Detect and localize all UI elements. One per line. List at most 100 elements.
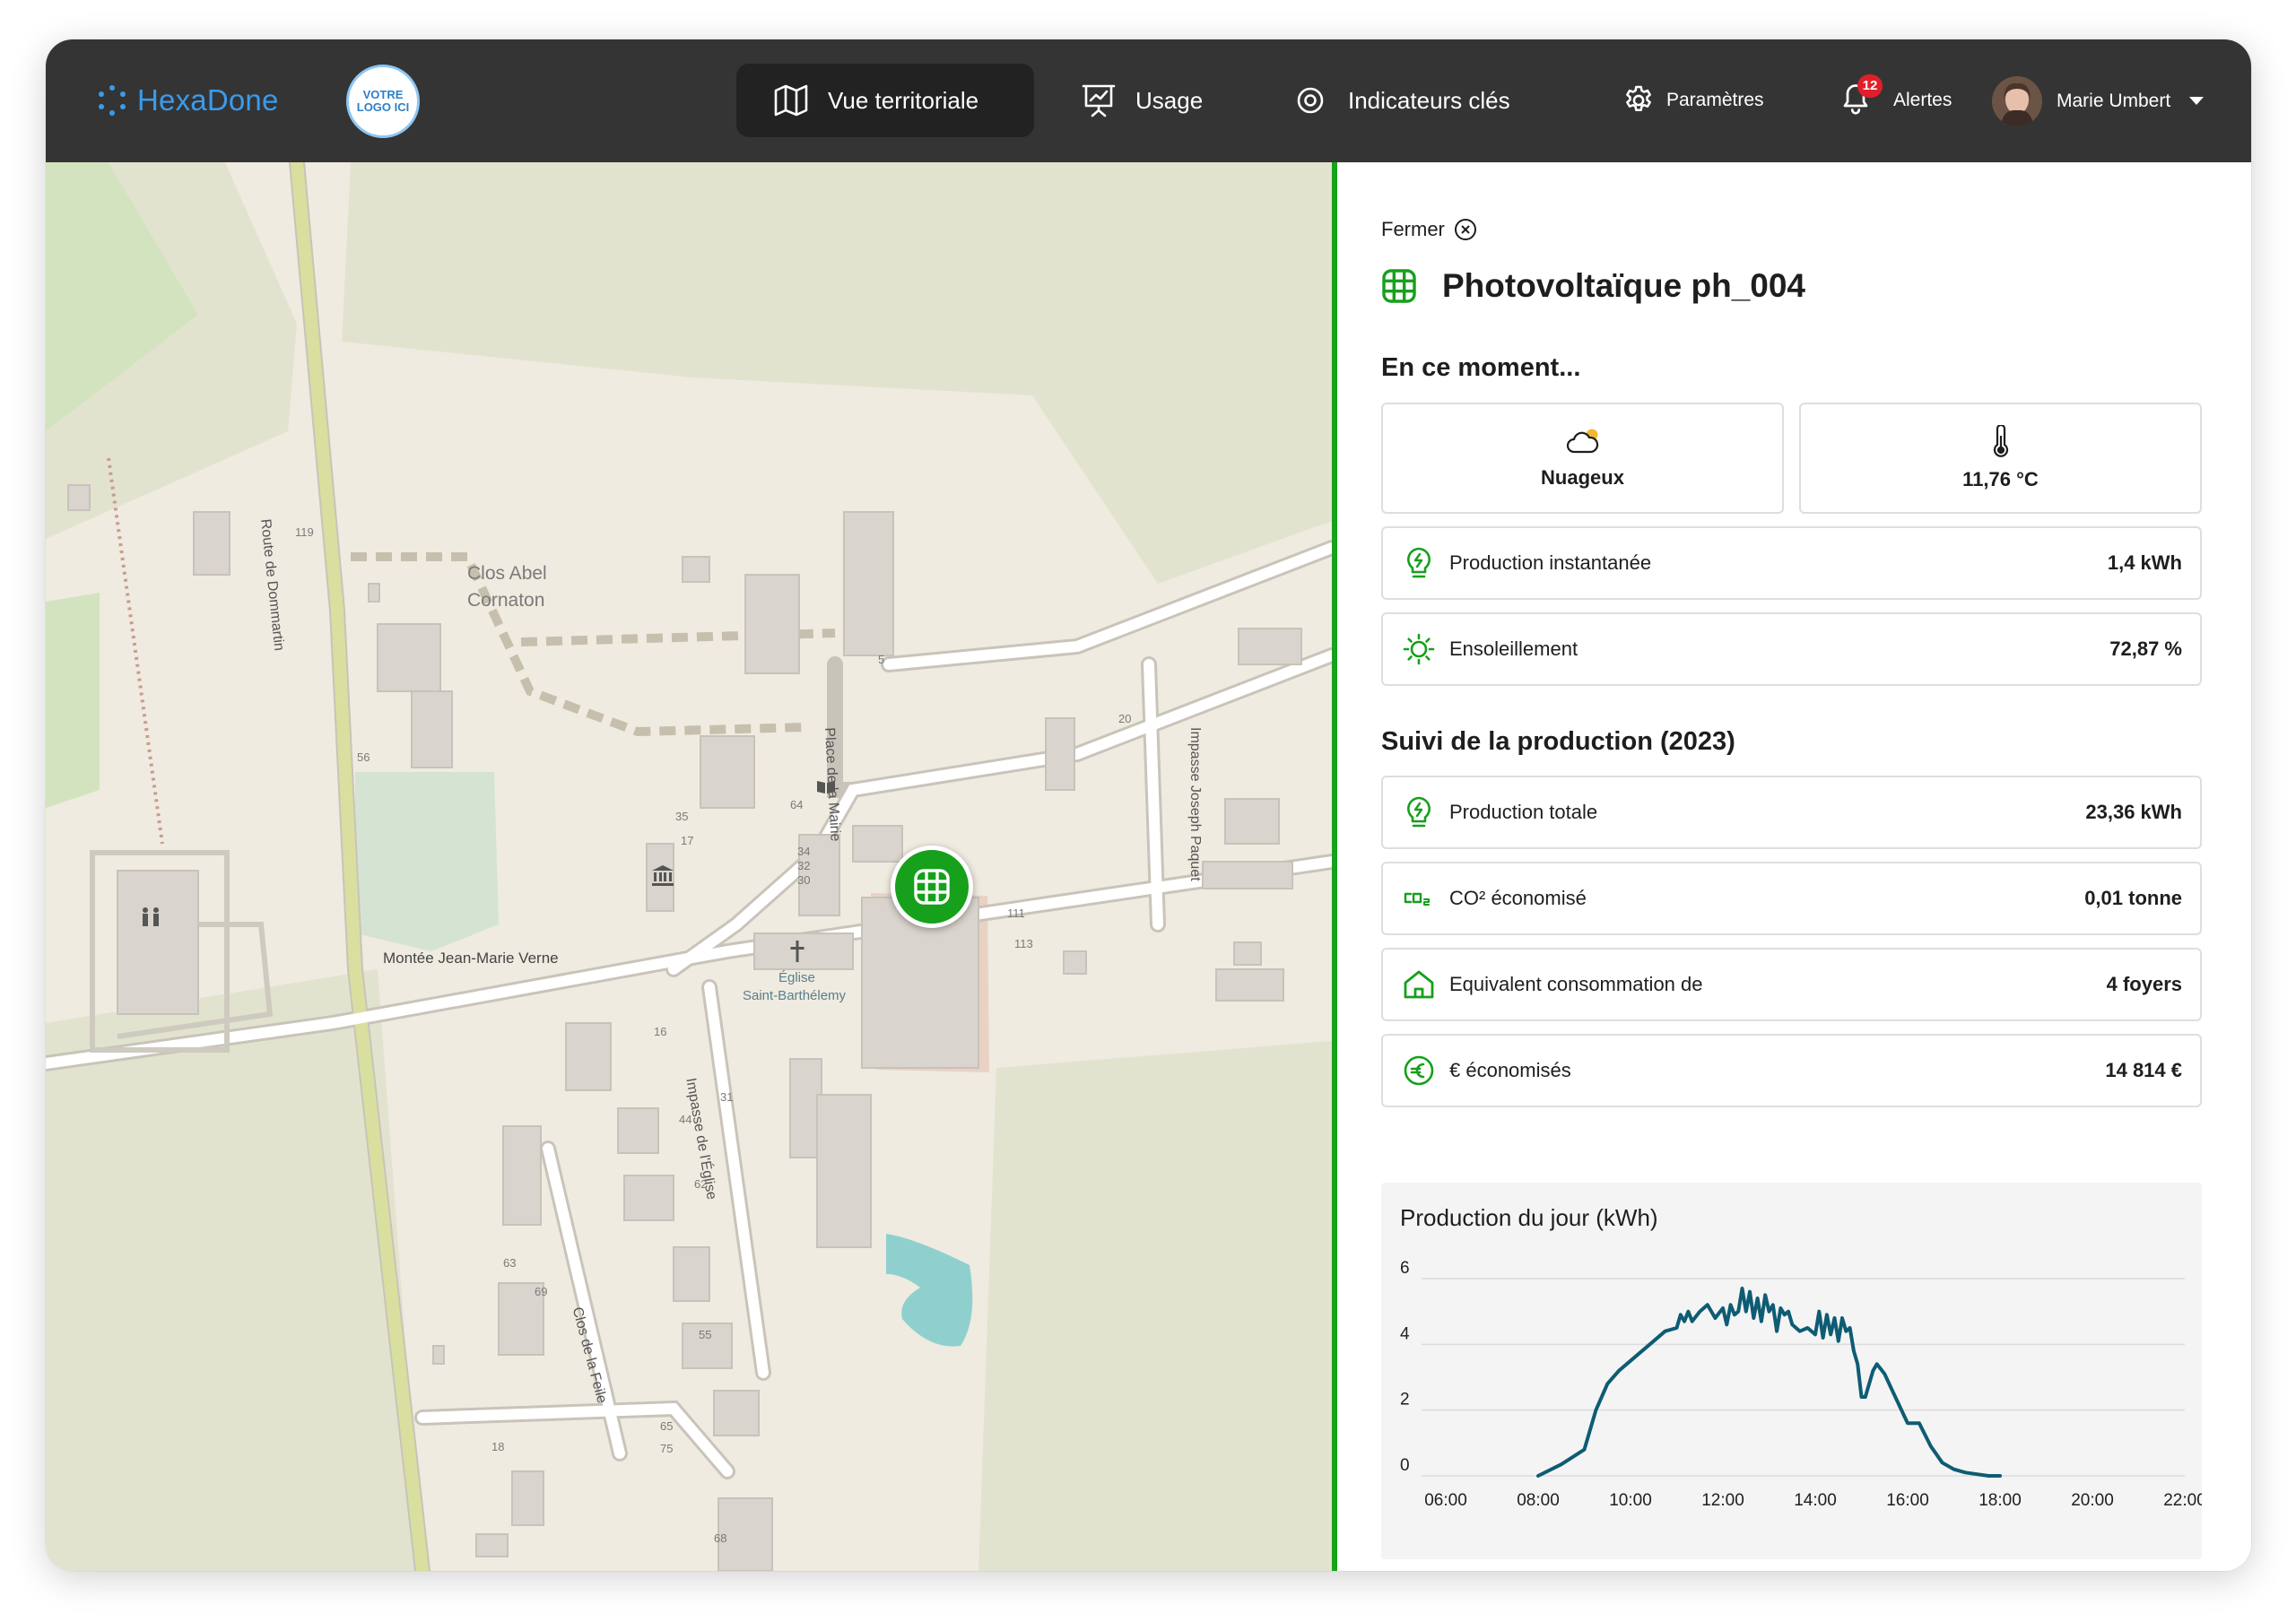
total-production-row: Production totale 23,36 kWh bbox=[1381, 776, 2202, 849]
sunshine-row: Ensoleillement 72,87 % bbox=[1381, 612, 2202, 686]
alerts-label: Alertes bbox=[1893, 90, 1952, 110]
presentation-chart-icon bbox=[1082, 84, 1116, 117]
brand-name: HexaDone bbox=[137, 83, 279, 117]
nav-alertes[interactable]: 12 Alertes bbox=[1839, 64, 1952, 137]
map-icon bbox=[774, 84, 808, 117]
nav-label: Usage bbox=[1135, 86, 1204, 114]
x-tick-label: 10:00 bbox=[1609, 1491, 1652, 1510]
house-icon bbox=[1403, 968, 1435, 1001]
house-number: 44 bbox=[679, 1113, 692, 1126]
co2-saved-row: CO² économisé 0,01 tonne bbox=[1381, 862, 2202, 935]
row-value: 23,36 kWh bbox=[2085, 801, 2182, 823]
y-tick-label: 6 bbox=[1400, 1259, 1410, 1278]
now-heading: En ce moment... bbox=[1381, 353, 1581, 382]
house-number: 31 bbox=[720, 1090, 734, 1104]
euro-icon bbox=[1403, 1054, 1435, 1087]
x-tick-label: 16:00 bbox=[1886, 1491, 1929, 1510]
house-number: 16 bbox=[654, 1025, 667, 1038]
house-number: 65 bbox=[660, 1419, 674, 1433]
house-number: 119 bbox=[295, 525, 314, 539]
nav-indicateurs-cles[interactable]: Indicateurs clés bbox=[1292, 64, 1510, 137]
house-number: 5 bbox=[878, 653, 885, 666]
church-label-line1: Église bbox=[778, 970, 815, 985]
territory-map[interactable]: Route de Dommartin Clos Abel Cornaton Pl… bbox=[46, 162, 1332, 1571]
house-number: 55 bbox=[699, 1328, 712, 1341]
nav-usage[interactable]: Usage bbox=[1082, 64, 1203, 137]
series-line bbox=[1536, 1287, 2002, 1478]
house-number: 69 bbox=[535, 1285, 548, 1298]
y-tick-label: 0 bbox=[1400, 1456, 1410, 1475]
street-label: Montée Jean-Marie Verne bbox=[383, 950, 559, 967]
temperature-card: 11,76 °C bbox=[1799, 403, 2202, 514]
co2-icon bbox=[1403, 882, 1435, 915]
map-canvas bbox=[46, 162, 1332, 1571]
sun-icon bbox=[1403, 633, 1435, 665]
house-number: 63 bbox=[503, 1256, 517, 1270]
row-value: 1,4 kWh bbox=[2107, 551, 2182, 574]
user-name: Marie Umbert bbox=[2057, 91, 2171, 111]
x-tick-label: 08:00 bbox=[1517, 1491, 1560, 1510]
row-label: Production totale bbox=[1449, 801, 1598, 823]
house-number: 18 bbox=[491, 1440, 505, 1453]
cloudy-sun-icon bbox=[1566, 429, 1598, 454]
client-logo: VOTRE LOGO ICI bbox=[346, 65, 420, 138]
x-tick-label: 18:00 bbox=[1979, 1491, 2022, 1510]
lightbulb-bolt-icon bbox=[1403, 547, 1435, 579]
nav-label: Vue territoriale bbox=[828, 86, 979, 114]
town-hall-icon bbox=[652, 865, 674, 886]
weather-condition-card: Nuageux bbox=[1381, 403, 1784, 514]
solar-panel-icon bbox=[914, 869, 950, 905]
house-number: 68 bbox=[714, 1531, 727, 1545]
euros-saved-row: € économisés 14 814 € bbox=[1381, 1034, 2202, 1107]
row-label: Equivalent consommation de bbox=[1449, 973, 1703, 995]
close-button[interactable]: Fermer bbox=[1381, 218, 1477, 241]
row-value: 4 foyers bbox=[2106, 973, 2182, 995]
house-number: 75 bbox=[660, 1442, 674, 1455]
brand-logo[interactable]: HexaDone bbox=[96, 81, 279, 120]
panel-title-text: Photovoltaïque ph_004 bbox=[1442, 267, 1806, 304]
house-number: 32 bbox=[797, 859, 811, 872]
settings-label: Paramètres bbox=[1666, 90, 1764, 110]
x-tick-label: 22:00 bbox=[2163, 1491, 2202, 1510]
top-bar: HexaDone VOTRE LOGO ICI Vue territoriale… bbox=[46, 39, 2251, 162]
eye-icon bbox=[1297, 87, 1324, 114]
library-icon bbox=[817, 781, 835, 794]
tracking-heading: Suivi de la production (2023) bbox=[1381, 727, 1735, 756]
bell-wrap: 12 bbox=[1839, 74, 1883, 121]
church-label-line2: Saint-Barthélemy bbox=[743, 988, 847, 1003]
lightbulb-bolt-icon bbox=[1403, 796, 1435, 828]
alerts-count-badge: 12 bbox=[1857, 74, 1883, 98]
x-tick-label: 12:00 bbox=[1701, 1491, 1744, 1510]
chevron-down-icon bbox=[2189, 97, 2205, 105]
nav-label: Indicateurs clés bbox=[1348, 86, 1510, 114]
row-value: 14 814 € bbox=[2105, 1059, 2182, 1081]
house-number: 34 bbox=[797, 845, 811, 858]
panel-title: Photovoltaïque ph_004 bbox=[1381, 267, 1805, 305]
detail-panel: Fermer Photovoltaïque ph_004 En ce momen… bbox=[1337, 162, 2251, 1571]
x-tick-label: 06:00 bbox=[1424, 1491, 1467, 1510]
x-tick-label: 14:00 bbox=[1794, 1491, 1837, 1510]
house-number: 64 bbox=[790, 798, 804, 811]
avatar bbox=[1992, 76, 2042, 126]
church-cross-icon bbox=[790, 941, 804, 962]
house-number: 56 bbox=[357, 750, 370, 764]
chart-plot: 0 2 4 6 06:00 08:00 10:00 12:00 14:00 16:00 18:00 2… bbox=[1400, 1259, 2202, 1510]
thermometer-icon bbox=[1993, 425, 2008, 457]
house-number: 17 bbox=[681, 834, 694, 847]
row-value: 72,87 % bbox=[2109, 638, 2182, 660]
row-value: 0,01 tonne bbox=[2084, 887, 2182, 909]
nav-vue-territoriale[interactable]: Vue territoriale bbox=[736, 64, 1034, 137]
house-number: 35 bbox=[675, 810, 689, 823]
client-logo-line2: LOGO ICI bbox=[356, 100, 410, 114]
place-label-line1: Clos Abel bbox=[467, 563, 547, 584]
temperature-value: 11,76 °C bbox=[1962, 468, 2039, 490]
solar-panel-icon bbox=[1382, 269, 1416, 303]
user-menu[interactable]: Marie Umbert bbox=[1992, 74, 2205, 128]
solar-panel-marker[interactable] bbox=[891, 846, 973, 928]
house-number: 113 bbox=[1014, 937, 1033, 950]
instant-production-row: Production instantanée 1,4 kWh bbox=[1381, 526, 2202, 600]
row-label: CO² économisé bbox=[1449, 887, 1587, 909]
nav-parametres[interactable]: Paramètres bbox=[1622, 64, 1764, 137]
weather-condition: Nuageux bbox=[1541, 466, 1624, 489]
place-label-line2: Cornaton bbox=[467, 590, 545, 611]
